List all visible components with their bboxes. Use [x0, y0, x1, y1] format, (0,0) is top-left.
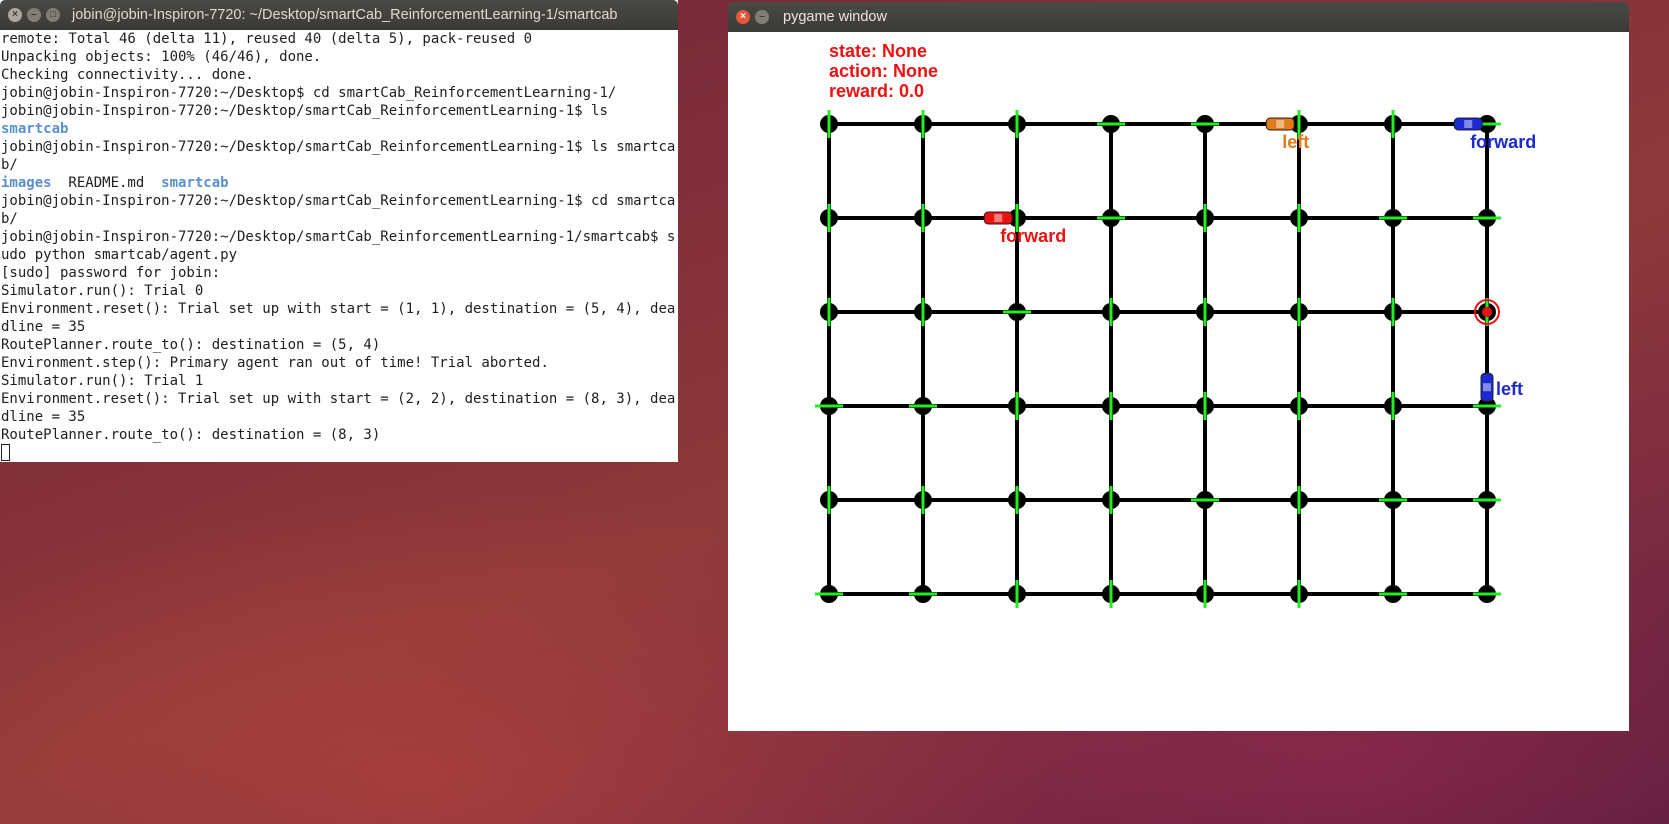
- terminal-line: udo python smartcab/agent.py: [1, 246, 678, 264]
- terminal-line: Simulator.run(): Trial 1: [1, 372, 678, 390]
- pygame-title: pygame window: [783, 9, 887, 25]
- close-icon[interactable]: ×: [736, 10, 750, 24]
- terminal-line: jobin@jobin-Inspiron-7720:~/Desktop/smar…: [1, 102, 678, 120]
- terminal-output[interactable]: remote: Total 46 (delta 11), reused 40 (…: [0, 30, 678, 462]
- car-action-label: forward: [1000, 226, 1067, 246]
- terminal-line: RoutePlanner.route_to(): destination = (…: [1, 426, 678, 444]
- terminal-text: dline = 35: [1, 319, 86, 335]
- terminal-titlebar[interactable]: × – □ jobin@jobin-Inspiron-7720: ~/Deskt…: [0, 0, 678, 30]
- terminal-text: jobin@jobin-Inspiron-7720:~/Desktop$ cd …: [1, 85, 617, 101]
- pygame-titlebar[interactable]: × – pygame window: [728, 2, 1629, 32]
- terminal-line: Simulator.run(): Trial 0: [1, 282, 678, 300]
- minimize-icon[interactable]: –: [755, 10, 769, 24]
- terminal-line: remote: Total 46 (delta 11), reused 40 (…: [1, 30, 678, 48]
- close-icon[interactable]: ×: [8, 8, 22, 22]
- terminal-title: jobin@jobin-Inspiron-7720: ~/Desktop/sma…: [72, 7, 618, 23]
- terminal-line: b/: [1, 156, 678, 174]
- terminal-text: Checking connectivity... done.: [1, 67, 254, 83]
- terminal-line: jobin@jobin-Inspiron-7720:~/Desktop/smar…: [1, 138, 678, 156]
- terminal-line: Environment.reset(): Trial set up with s…: [1, 300, 678, 318]
- minimize-icon[interactable]: –: [27, 8, 41, 22]
- terminal-text: jobin@jobin-Inspiron-7720:~/Desktop/smar…: [1, 229, 676, 245]
- terminal-text: Simulator.run(): Trial 0: [1, 283, 204, 299]
- car-window: [1276, 120, 1285, 128]
- terminal-text: b/: [1, 157, 18, 173]
- destination-dot: [1482, 307, 1492, 317]
- car-action-label: left: [1496, 379, 1523, 400]
- pygame-window[interactable]: × – pygame window state: None action: No…: [728, 2, 1629, 731]
- terminal-text: dline = 35: [1, 409, 86, 425]
- terminal-line: Environment.reset(): Trial set up with s…: [1, 390, 678, 408]
- maximize-icon[interactable]: □: [46, 8, 60, 22]
- terminal-line: b/: [1, 210, 678, 228]
- car-action-label: left: [1282, 132, 1310, 152]
- car-window: [1464, 120, 1473, 128]
- terminal-text: README.md: [51, 175, 162, 191]
- terminal-line: jobin@jobin-Inspiron-7720:~/Desktop/smar…: [1, 228, 678, 246]
- terminal-text: RoutePlanner.route_to(): destination = (…: [1, 337, 381, 353]
- terminal-cursor: [1, 444, 10, 461]
- terminal-text: jobin@jobin-Inspiron-7720:~/Desktop/smar…: [1, 193, 676, 209]
- terminal-line: Environment.step(): Primary agent ran ou…: [1, 354, 678, 372]
- terminal-text: jobin@jobin-Inspiron-7720:~/Desktop/smar…: [1, 139, 676, 155]
- terminal-text: Unpacking objects: 100% (46/46), done.: [1, 49, 322, 65]
- terminal-text: [sudo] password for jobin:: [1, 265, 221, 281]
- terminal-text: Simulator.run(): Trial 1: [1, 373, 204, 389]
- terminal-text: Environment.reset(): Trial set up with s…: [1, 301, 676, 317]
- simulation-canvas[interactable]: state: None action: None reward: 0.0 lef…: [728, 32, 1629, 731]
- terminal-line: dline = 35: [1, 408, 678, 426]
- terminal-text: Environment.step(): Primary agent ran ou…: [1, 355, 549, 371]
- terminal-text: b/: [1, 211, 18, 227]
- car-action-label: forward: [1470, 132, 1537, 152]
- terminal-line: Checking connectivity... done.: [1, 66, 678, 84]
- car-window: [994, 214, 1003, 222]
- terminal-line: RoutePlanner.route_to(): destination = (…: [1, 336, 678, 354]
- car-window: [1483, 383, 1491, 392]
- terminal-line: images README.md smartcab: [1, 174, 678, 192]
- terminal-line: Unpacking objects: 100% (46/46), done.: [1, 48, 678, 66]
- terminal-text: udo python smartcab/agent.py: [1, 247, 238, 263]
- terminal-dir-name: images: [1, 175, 52, 191]
- terminal-text: RoutePlanner.route_to(): destination = (…: [1, 427, 381, 443]
- terminal-window[interactable]: × – □ jobin@jobin-Inspiron-7720: ~/Deskt…: [0, 0, 678, 462]
- terminal-line: dline = 35: [1, 318, 678, 336]
- terminal-text: jobin@jobin-Inspiron-7720:~/Desktop/smar…: [1, 103, 608, 119]
- terminal-text: remote: Total 46 (delta 11), reused 40 (…: [1, 31, 533, 47]
- terminal-line: jobin@jobin-Inspiron-7720:~/Desktop$ cd …: [1, 84, 678, 102]
- terminal-line: jobin@jobin-Inspiron-7720:~/Desktop/smar…: [1, 192, 678, 210]
- terminal-line: [sudo] password for jobin:: [1, 264, 678, 282]
- terminal-line: smartcab: [1, 120, 678, 138]
- terminal-dir-name: smartcab: [161, 175, 229, 191]
- terminal-text: Environment.reset(): Trial set up with s…: [1, 391, 676, 407]
- terminal-dir-name: smartcab: [1, 121, 69, 137]
